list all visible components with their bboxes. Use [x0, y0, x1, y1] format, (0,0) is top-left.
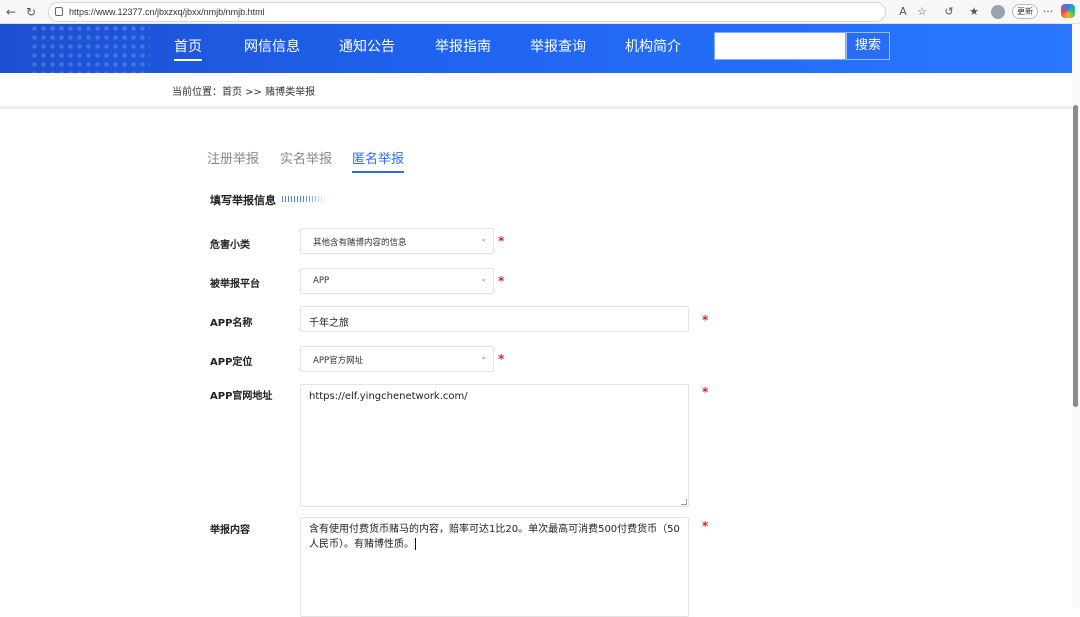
- chevron-down-icon: ⌄: [480, 234, 487, 243]
- section-title: 填写举报信息: [210, 194, 276, 207]
- app-url-label: APP官网地址: [210, 391, 273, 402]
- back-icon[interactable]: ←: [2, 3, 20, 21]
- content-value-wrap: 含有使用付费货币赌马的内容，赔率可达1比20。单次最高可消费500付费货币（50…: [309, 522, 680, 552]
- nav-home[interactable]: 首页: [174, 38, 202, 61]
- content-label: 举报内容: [210, 525, 250, 536]
- tab-anonymous-report[interactable]: 匿名举报: [352, 152, 405, 173]
- content-value: 含有使用付费货币赌马的内容，赔率可达1比20。单次最高可消费500付费货币（50…: [309, 524, 680, 550]
- scrollbar-thumb[interactable]: [1073, 105, 1078, 407]
- nav-about[interactable]: 机构简介: [625, 38, 681, 56]
- nav-net-info[interactable]: 网信信息: [244, 38, 300, 56]
- app-name-input[interactable]: 千年之旅: [300, 306, 689, 332]
- search-button[interactable]: 搜索: [846, 32, 890, 60]
- extensions-icon[interactable]: ↺: [941, 4, 957, 20]
- breadcrumb: 当前位置：首页 >> 赌博类举报: [0, 73, 1072, 109]
- update-button[interactable]: 更新: [1012, 4, 1038, 19]
- app-url-textarea[interactable]: https://elf.yingchenetwork.com/: [300, 384, 689, 507]
- more-icon[interactable]: ···: [1040, 4, 1056, 20]
- tab-realname-report[interactable]: 实名举报: [280, 152, 332, 168]
- app-locate-select[interactable]: APP官方网址 ⌄: [300, 346, 494, 372]
- platform-label: 被举报平台: [210, 279, 260, 290]
- app-name-value: 千年之旅: [309, 318, 349, 329]
- copilot-icon[interactable]: [1061, 4, 1075, 18]
- profile-avatar[interactable]: [991, 5, 1005, 19]
- nav-report-query[interactable]: 举报查询: [530, 38, 586, 56]
- app-name-label: APP名称: [210, 318, 253, 329]
- required-mark: *: [498, 274, 505, 288]
- harm-category-value: 其他含有赌博内容的信息: [313, 238, 407, 248]
- lock-icon: [55, 7, 63, 16]
- required-mark: *: [702, 313, 709, 327]
- refresh-icon[interactable]: ↻: [22, 3, 40, 21]
- resize-handle-icon[interactable]: [681, 499, 687, 505]
- platform-select[interactable]: APP ⌄: [300, 268, 494, 294]
- app-locate-label: APP定位: [210, 357, 253, 368]
- header-decoration: [30, 24, 150, 73]
- site-header: 首页 网信信息 通知公告 举报指南 举报查询 机构简介 搜索: [0, 24, 1072, 73]
- required-mark: *: [702, 385, 709, 399]
- tab-registered-report[interactable]: 注册举报: [207, 152, 259, 168]
- chevron-down-icon: ⌄: [480, 274, 487, 283]
- platform-value: APP: [313, 276, 330, 286]
- app-url-value: https://elf.yingchenetwork.com/: [309, 391, 468, 402]
- favorite-star-icon[interactable]: ☆: [914, 4, 930, 20]
- read-aloud-icon[interactable]: A: [895, 4, 911, 20]
- harm-category-select[interactable]: 其他含有赌博内容的信息 ⌄: [300, 228, 494, 254]
- address-url: https://www.12377.cn/jbxzxq/jbxx/nmjb/nm…: [69, 7, 265, 17]
- required-mark: *: [702, 519, 709, 533]
- required-mark: *: [498, 234, 505, 248]
- chevron-down-icon: ⌄: [480, 352, 487, 361]
- favorites-icon[interactable]: ★: [966, 4, 982, 20]
- required-mark: *: [498, 352, 505, 366]
- text-caret: [415, 538, 416, 550]
- browser-toolbar: ← ↻ https://www.12377.cn/jbxzxq/jbxx/nmj…: [0, 0, 1080, 24]
- nav-report-guide[interactable]: 举报指南: [435, 38, 491, 56]
- harm-category-label: 危害小类: [210, 240, 250, 251]
- breadcrumb-text: 当前位置：首页 >> 赌博类举报: [172, 87, 316, 98]
- nav-notices[interactable]: 通知公告: [339, 38, 395, 56]
- search-input[interactable]: [714, 32, 846, 60]
- app-locate-value: APP官方网址: [313, 356, 364, 366]
- content-textarea[interactable]: 含有使用付费货币赌马的内容，赔率可达1比20。单次最高可消费500付费货币（50…: [300, 517, 689, 617]
- section-title-decoration: [282, 196, 328, 202]
- address-bar[interactable]: https://www.12377.cn/jbxzxq/jbxx/nmjb/nm…: [48, 2, 886, 22]
